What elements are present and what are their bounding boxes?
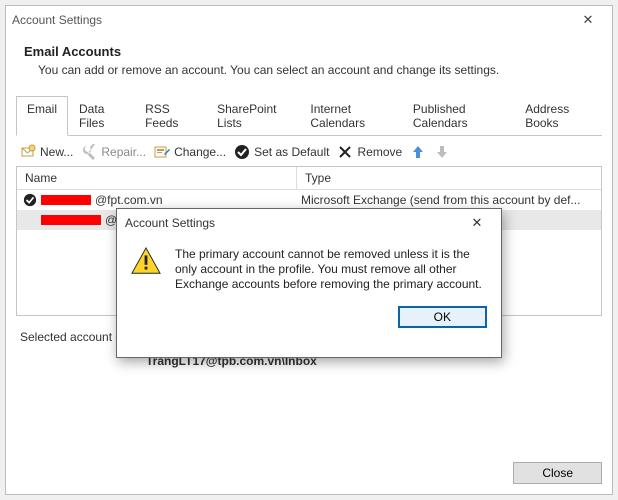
move-down-button[interactable]: [434, 144, 450, 160]
change-label: Change...: [174, 145, 226, 159]
new-icon: [20, 144, 36, 160]
row-suffix: @fpt.com.vn: [95, 193, 163, 207]
header-subtitle: You can add or remove an account. You ca…: [24, 63, 596, 77]
list-row[interactable]: @fpt.com.vn Microsoft Exchange (send fro…: [17, 190, 601, 210]
header-title: Email Accounts: [24, 44, 596, 59]
row-type: Microsoft Exchange (send from this accou…: [301, 193, 595, 207]
col-name[interactable]: Name: [17, 167, 297, 190]
tab-published-calendars[interactable]: Published Calendars: [402, 96, 514, 136]
tab-internet-calendars[interactable]: Internet Calendars: [299, 96, 402, 136]
change-icon: [154, 144, 170, 160]
new-label: New...: [40, 145, 73, 159]
window-close-button[interactable]: ✕: [570, 9, 606, 31]
tab-rss-feeds[interactable]: RSS Feeds: [134, 96, 206, 136]
tab-sharepoint-lists[interactable]: SharePoint Lists: [206, 96, 299, 136]
list-header: Name Type: [17, 167, 601, 190]
remove-label: Remove: [357, 145, 402, 159]
arrow-down-icon: [434, 144, 450, 160]
dialog-title: Account Settings: [125, 216, 215, 230]
tab-address-books[interactable]: Address Books: [514, 96, 602, 136]
row-name: @fpt.com.vn: [23, 193, 297, 207]
window-title: Account Settings: [12, 13, 102, 27]
titlebar: Account Settings ✕: [6, 6, 612, 34]
footer: Close: [513, 462, 602, 484]
repair-button[interactable]: Repair...: [81, 144, 146, 160]
remove-icon: [337, 144, 353, 160]
set-default-label: Set as Default: [254, 145, 329, 159]
default-check-icon: [23, 193, 37, 207]
col-type[interactable]: Type: [297, 167, 601, 190]
tab-data-files[interactable]: Data Files: [68, 96, 134, 136]
move-up-button[interactable]: [410, 144, 426, 160]
dialog-close-button[interactable]: ✕: [461, 212, 493, 234]
dialog-message: The primary account cannot be removed un…: [175, 247, 487, 292]
dialog-body: The primary account cannot be removed un…: [117, 237, 501, 300]
tabs: Email Data Files RSS Feeds SharePoint Li…: [16, 95, 602, 136]
warning-icon: [131, 247, 161, 275]
check-circle-icon: [234, 144, 250, 160]
change-button[interactable]: Change...: [154, 144, 226, 160]
redacted-text: [41, 215, 101, 225]
toolbar: New... Repair... Change... Set as Defaul…: [16, 136, 602, 166]
close-button[interactable]: Close: [513, 462, 602, 484]
dialog-titlebar: Account Settings ✕: [117, 209, 501, 237]
set-default-button[interactable]: Set as Default: [234, 144, 329, 160]
header-pane: Email Accounts You can add or remove an …: [6, 34, 612, 91]
tab-email[interactable]: Email: [16, 96, 68, 136]
new-button[interactable]: New...: [20, 144, 73, 160]
redacted-text: [41, 195, 91, 205]
repair-label: Repair...: [101, 145, 146, 159]
remove-button[interactable]: Remove: [337, 144, 402, 160]
error-dialog: Account Settings ✕ The primary account c…: [116, 208, 502, 358]
repair-icon: [81, 144, 97, 160]
arrow-up-icon: [410, 144, 426, 160]
ok-button[interactable]: OK: [398, 306, 487, 328]
dialog-footer: OK: [117, 300, 501, 340]
